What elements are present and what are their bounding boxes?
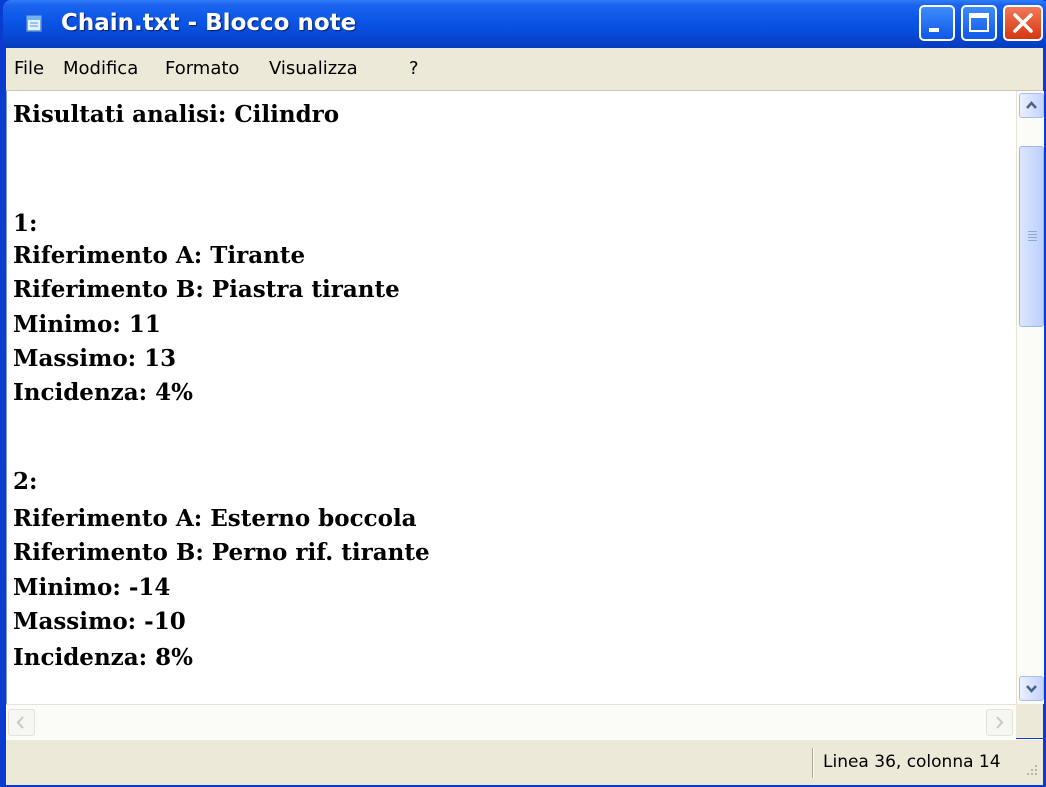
scroll-left-button[interactable] <box>8 709 35 736</box>
text-line: Massimo: -10 <box>13 608 186 635</box>
notepad-icon <box>26 15 42 32</box>
resize-grip-icon[interactable] <box>1022 760 1040 778</box>
scroll-thumb[interactable] <box>1019 146 1044 327</box>
maximize-button[interactable] <box>961 5 997 41</box>
close-button[interactable] <box>1003 5 1043 41</box>
text-line: 2: <box>13 468 38 495</box>
chevron-left-icon <box>16 716 24 729</box>
horizontal-scrollbar[interactable] <box>6 704 1016 739</box>
text-editor[interactable]: Risultati analisi: Cilindro 1: Riferimen… <box>6 91 1017 704</box>
text-line: Incidenza: 4% <box>13 379 193 406</box>
minimize-icon <box>929 28 939 32</box>
grip-line <box>1028 234 1037 235</box>
chevron-down-icon <box>1026 685 1037 693</box>
menu-visualizza[interactable]: Visualizza <box>269 60 358 78</box>
menu-modifica[interactable]: Modifica <box>63 60 138 78</box>
scroll-right-button[interactable] <box>986 709 1013 736</box>
status-divider <box>812 748 813 778</box>
scrollbar-corner <box>1016 704 1043 738</box>
menu-formato[interactable]: Formato <box>165 60 239 78</box>
text-line: Riferimento A: Tirante <box>13 242 306 269</box>
maximize-icon <box>969 13 989 32</box>
menu-help[interactable]: ? <box>409 60 419 78</box>
scroll-up-button[interactable] <box>1019 93 1044 118</box>
notepad-window: Chain.txt - Blocco note File Modifica Fo… <box>0 0 1046 787</box>
scroll-down-button[interactable] <box>1019 676 1044 701</box>
text-line: Massimo: 13 <box>13 345 177 372</box>
text-line: Minimo: 11 <box>13 311 161 338</box>
vertical-scrollbar[interactable] <box>1016 91 1044 704</box>
chevron-right-icon <box>996 716 1004 729</box>
text-line: Risultati analisi: Cilindro <box>13 101 340 128</box>
chevron-up-icon <box>1026 101 1037 109</box>
menu-bar: File Modifica Formato Visualizza ? <box>6 48 1043 91</box>
text-line: Riferimento A: Esterno boccola <box>13 505 417 532</box>
window-title: Chain.txt - Blocco note <box>61 10 357 36</box>
cursor-position: Linea 36, colonna 14 <box>823 752 1001 772</box>
text-line: Riferimento B: Piastra tirante <box>13 276 400 303</box>
title-bar[interactable]: Chain.txt - Blocco note <box>3 0 1046 48</box>
text-line: Incidenza: 8% <box>13 644 193 671</box>
text-line: Riferimento B: Perno rif. tirante <box>13 539 430 566</box>
menu-file[interactable]: File <box>14 60 44 78</box>
grip-line <box>1028 231 1037 232</box>
close-icon <box>1013 13 1033 33</box>
status-bar: Linea 36, colonna 14 <box>6 739 1043 785</box>
text-line: Minimo: -14 <box>13 574 171 601</box>
minimize-button[interactable] <box>919 5 955 41</box>
grip-line <box>1028 237 1037 238</box>
grip-line <box>1028 240 1037 241</box>
text-line: 1: <box>13 210 38 237</box>
